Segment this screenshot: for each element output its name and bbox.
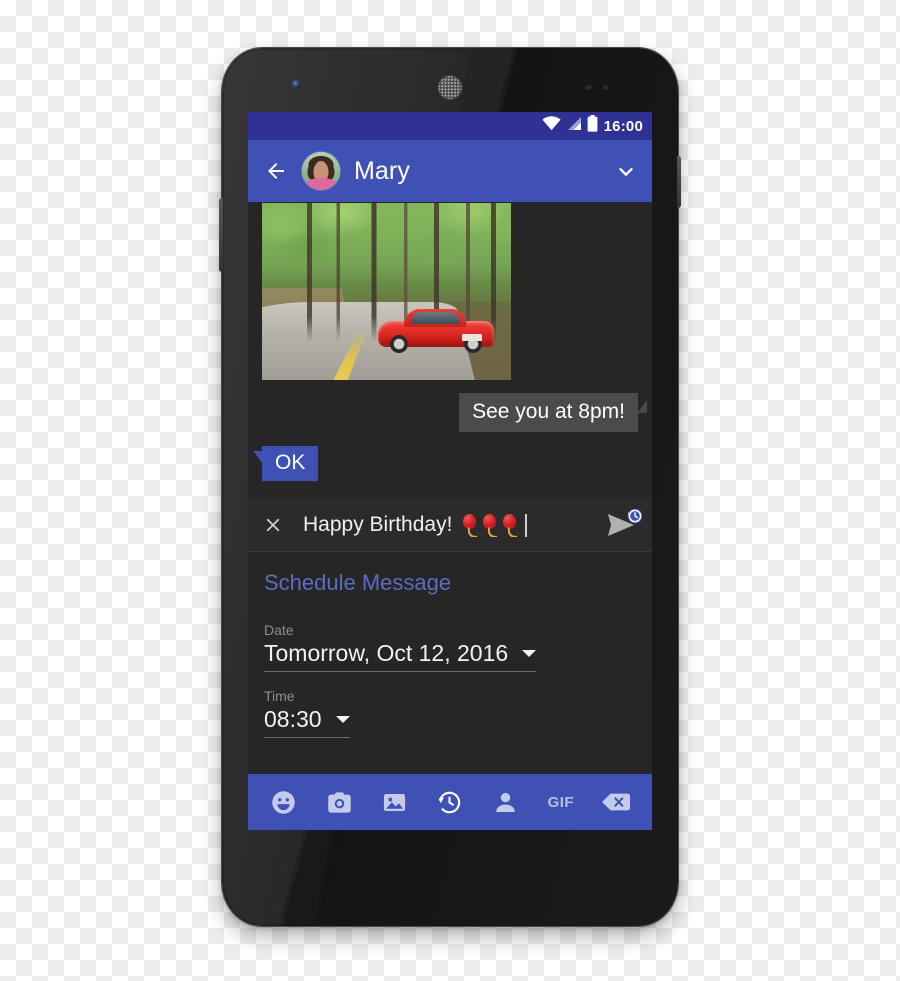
history-clock-icon [436, 789, 463, 816]
message-bubble-outgoing[interactable]: OK [252, 446, 319, 482]
contact-avatar[interactable] [302, 152, 340, 190]
gallery-button[interactable] [380, 787, 410, 817]
status-bar-icons [542, 115, 598, 137]
message-bubble-incoming[interactable]: See you at 8pm! [459, 393, 647, 433]
schedule-date-select[interactable]: Tomorrow, Oct 12, 2016 [264, 640, 537, 673]
phone-device: 16:00 Mary See you at 8pm! OK Happy Birt… [219, 48, 681, 926]
balloon-icon [503, 514, 518, 538]
text-cursor [525, 513, 528, 537]
message-input[interactable]: Happy Birthday! [294, 513, 592, 538]
conversation-list: See you at 8pm! OK [248, 203, 652, 482]
schedule-time-value: 08:30 [264, 706, 322, 733]
backspace-icon [601, 790, 631, 814]
message-input-text: Happy Birthday! [303, 513, 453, 537]
front-camera [292, 80, 301, 89]
chevron-down-icon[interactable] [614, 159, 638, 183]
app-bar: Mary [248, 140, 652, 202]
schedule-time-field: Time 08:30 [264, 688, 652, 739]
bottom-toolbar: GIF [248, 774, 652, 830]
close-icon[interactable] [262, 514, 284, 536]
backspace-button[interactable] [601, 787, 631, 817]
earpiece-speaker [437, 75, 463, 100]
message-row-outgoing: OK [248, 446, 652, 482]
status-bar-clock: 16:00 [603, 117, 643, 135]
schedule-date-label: Date [264, 622, 294, 639]
light-sensor [603, 85, 608, 90]
phone-screen: 16:00 Mary See you at 8pm! OK Happy Birt… [248, 112, 652, 830]
status-bar: 16:00 [248, 112, 652, 140]
proximity-sensor [585, 85, 592, 90]
back-arrow-icon[interactable] [264, 159, 288, 183]
camera-icon [326, 789, 353, 816]
schedule-date-value: Tomorrow, Oct 12, 2016 [264, 640, 509, 667]
schedule-button[interactable] [435, 787, 465, 817]
balloon-icon [463, 514, 478, 538]
message-row-incoming: See you at 8pm! [248, 393, 652, 433]
image-icon [381, 789, 408, 816]
screenshot-stage: 16:00 Mary See you at 8pm! OK Happy Birt… [0, 0, 900, 981]
wifi-icon [542, 116, 561, 136]
compose-row: Happy Birthday! [248, 499, 652, 553]
message-input-emoji [463, 514, 518, 538]
caret-down-icon [335, 716, 350, 724]
emoji-button[interactable] [269, 787, 299, 817]
gif-icon: GIF [547, 793, 575, 811]
red-car [377, 309, 494, 354]
contact-name: Mary [354, 156, 410, 185]
schedule-time-select[interactable]: 08:30 [264, 706, 350, 739]
person-icon [492, 789, 519, 816]
send-button[interactable] [602, 508, 643, 542]
contact-button[interactable] [490, 787, 520, 817]
schedule-panel: Schedule Message Date Tomorrow, Oct 12, … [248, 552, 652, 739]
battery-icon [587, 115, 598, 137]
gif-button[interactable]: GIF [546, 787, 576, 817]
schedule-clock-badge-icon [627, 508, 643, 524]
schedule-panel-title: Schedule Message [264, 570, 452, 596]
message-image-attachment[interactable] [262, 203, 511, 380]
caret-down-icon [522, 650, 537, 658]
signal-icon [566, 116, 582, 136]
camera-button[interactable] [324, 787, 354, 817]
smiley-icon [270, 789, 297, 816]
schedule-date-field: Date Tomorrow, Oct 12, 2016 [264, 622, 652, 673]
balloon-icon [483, 514, 498, 538]
power-button[interactable] [677, 156, 681, 208]
volume-button[interactable] [219, 198, 223, 272]
schedule-time-label: Time [264, 688, 295, 705]
